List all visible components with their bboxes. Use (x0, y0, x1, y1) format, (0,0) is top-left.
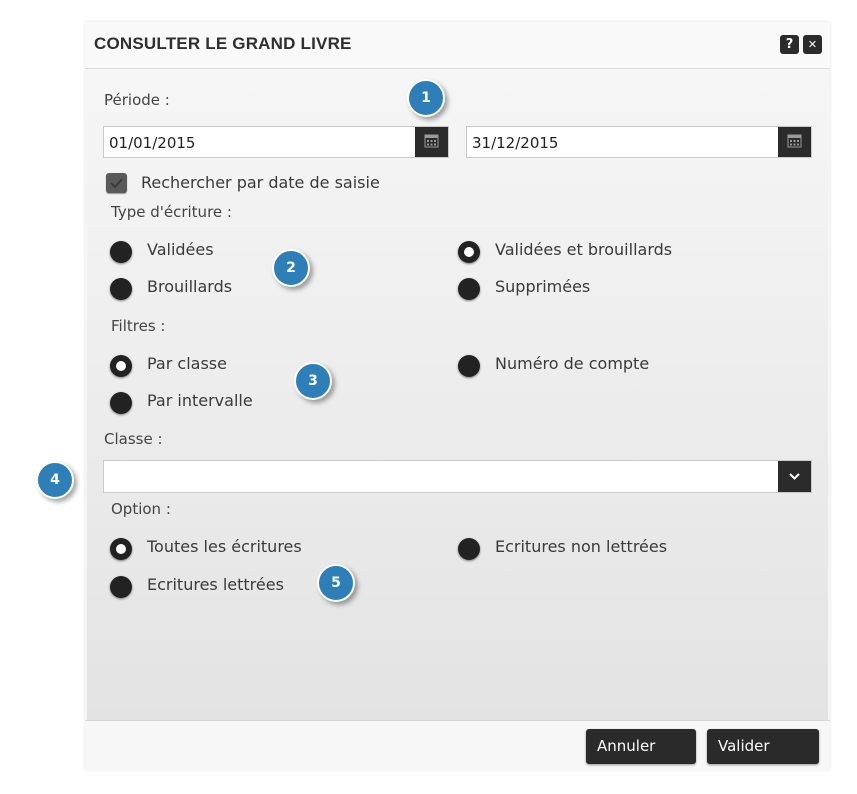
radio-non-lettrees[interactable] (458, 538, 480, 560)
callout-marker-1: 1 (407, 79, 445, 117)
radio-par-intervalle[interactable] (110, 392, 132, 414)
radio-par-classe-label: Par classe (147, 354, 227, 373)
entry-date-checkbox[interactable] (106, 173, 127, 193)
close-icon[interactable]: ✕ (803, 35, 822, 54)
radio-supprimees[interactable] (458, 278, 480, 300)
dialog-title: CONSULTER LE GRAND LIVRE (94, 34, 352, 53)
start-date-value: 01/01/2015 (109, 134, 196, 152)
help-icon[interactable]: ? (780, 35, 799, 54)
radio-brouillards-label: Brouillards (147, 277, 233, 296)
radio-validees-brouillards-label: Validées et brouillards (495, 240, 673, 259)
calendar-icon[interactable] (415, 127, 448, 157)
end-date-field[interactable]: 31/12/2015 (466, 126, 812, 158)
entry-date-label: Rechercher par date de saisie (141, 173, 380, 192)
radio-par-intervalle-label: Par intervalle (147, 391, 253, 410)
radio-toutes-ecritures-label: Toutes les écritures (147, 537, 302, 556)
filtres-label: Filtres : (111, 317, 166, 335)
dialog-footer: Annuler Valider (85, 720, 830, 771)
classe-select[interactable] (103, 460, 812, 493)
dialog-titlebar: CONSULTER LE GRAND LIVRE ? ✕ (85, 22, 830, 69)
option-label: Option : (111, 500, 171, 518)
radio-numero-compte[interactable] (458, 355, 480, 377)
classe-label: Classe : (104, 430, 163, 448)
radio-validees[interactable] (110, 241, 132, 263)
radio-non-lettrees-label: Ecritures non lettrées (495, 537, 668, 556)
calendar-icon[interactable] (778, 127, 811, 157)
radio-lettrees[interactable] (110, 576, 132, 598)
radio-lettrees-label: Ecritures lettrées (147, 575, 284, 594)
callout-marker-2: 2 (272, 249, 310, 287)
radio-validees-label: Validées (147, 240, 214, 259)
callout-marker-5: 5 (317, 564, 355, 602)
chevron-down-icon[interactable] (778, 461, 811, 492)
submit-button[interactable]: Valider (707, 729, 819, 764)
radio-supprimees-label: Supprimées (495, 277, 591, 296)
radio-toutes-ecritures[interactable] (110, 538, 132, 560)
radio-validees-brouillards[interactable] (458, 241, 480, 263)
radio-numero-compte-label: Numéro de compte (495, 354, 650, 373)
radio-brouillards[interactable] (110, 278, 132, 300)
cancel-button[interactable]: Annuler (586, 729, 696, 764)
start-date-field[interactable]: 01/01/2015 (103, 126, 449, 158)
radio-par-classe[interactable] (110, 355, 132, 377)
callout-marker-3: 3 (294, 362, 332, 400)
end-date-value: 31/12/2015 (472, 134, 559, 152)
callout-marker-4: 4 (36, 461, 74, 499)
type-ecriture-label: Type d'écriture : (111, 203, 232, 221)
periode-label: Période : (104, 91, 170, 109)
